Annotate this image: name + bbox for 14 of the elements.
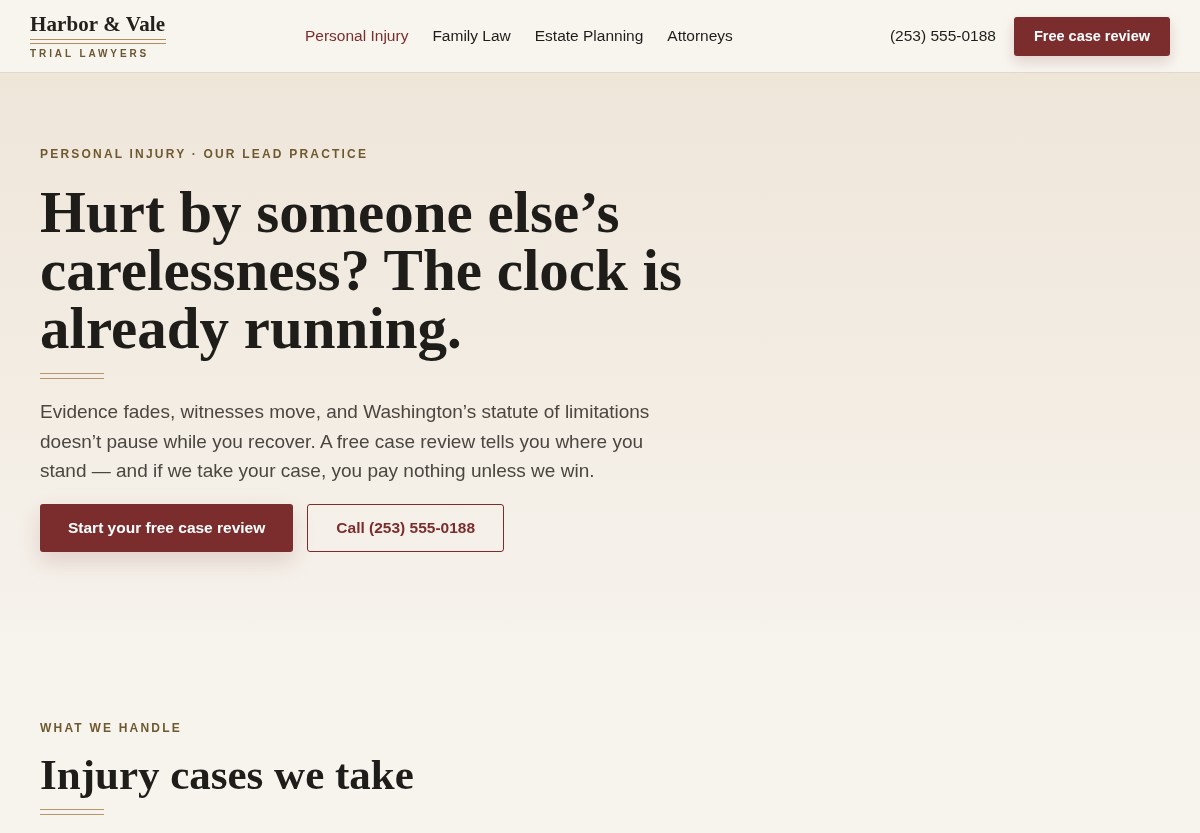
nav-link[interactable]: Family Law <box>432 27 511 45</box>
phone-link[interactable]: (253) 555-0188 <box>889 27 996 45</box>
hero-description: Evidence fades, witnesses move, and Washington’s statute of limitations doesn’t pause while you recover. A free case review tells you where you stand — and if we take your case, you pay nothing unless we win. <box>40 400 651 483</box>
logo-tagline: TRIAL LAWYERS <box>30 48 150 60</box>
call-button[interactable]: Call (253) 555-0188 <box>307 503 505 552</box>
start-review-button[interactable]: Start your free case review <box>40 503 294 552</box>
free-case-review-button[interactable]: Free case review <box>1013 16 1170 56</box>
nav-link[interactable]: Estate Planning <box>534 27 644 45</box>
hero-eyebrow: PERSONAL INJURY · OUR LEAD PRACTICE <box>40 147 370 161</box>
section-heading: Injury cases we take <box>40 751 415 799</box>
section-eyebrow: WHAT WE HANDLE <box>40 721 183 735</box>
nav-link[interactable]: Personal Injury <box>305 27 409 45</box>
nav-link[interactable]: Attorneys <box>667 27 733 45</box>
logo-wordmark[interactable]: Harbor & Vale <box>30 12 166 36</box>
